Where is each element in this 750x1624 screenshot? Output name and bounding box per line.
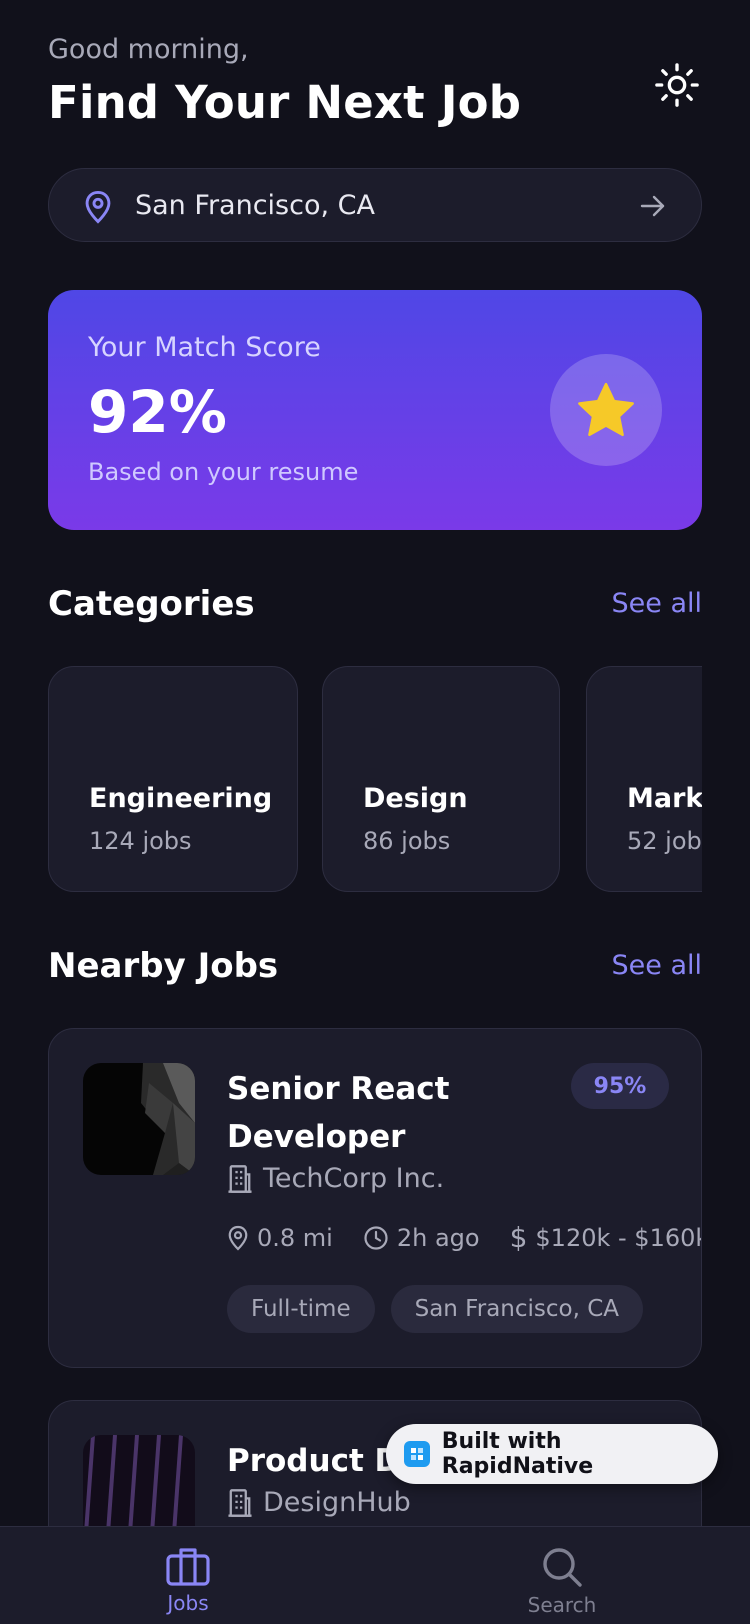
- match-score-label: Your Match Score: [88, 332, 321, 363]
- star-badge: [550, 354, 662, 466]
- built-with-text: Built with RapidNative: [441, 1429, 594, 1479]
- category-card-design[interactable]: Design 86 jobs: [322, 666, 560, 892]
- company-name: DesignHub: [263, 1487, 411, 1518]
- categories-title: Categories: [48, 584, 255, 624]
- distance-text: 0.8 mi: [257, 1223, 333, 1252]
- match-score-card[interactable]: Your Match Score 92% Based on your resum…: [48, 290, 702, 530]
- nav-label-jobs: Jobs: [167, 1591, 209, 1615]
- bottom-nav: Jobs Search: [0, 1526, 750, 1624]
- page-title: Find Your Next Job: [48, 76, 522, 129]
- category-name: Engineering: [89, 783, 273, 814]
- nearby-see-all-link[interactable]: See all: [612, 950, 703, 981]
- job-card[interactable]: Senior React Developer 95% TechCorp Inc.: [48, 1028, 702, 1368]
- search-icon: [543, 1548, 582, 1587]
- greeting-text: Good morning,: [48, 34, 249, 65]
- categories-see-all-link[interactable]: See all: [612, 588, 703, 619]
- nearby-jobs-title: Nearby Jobs: [48, 946, 279, 986]
- building-icon: [228, 1488, 252, 1517]
- category-name: Design: [363, 783, 468, 814]
- dollar-icon: $: [509, 1221, 528, 1254]
- nav-label-search: Search: [527, 1593, 597, 1617]
- job-meta-row: 0.8 mi 2h ago $ $120k - $160k: [227, 1221, 702, 1254]
- star-icon: [578, 382, 634, 437]
- company-row: DesignHub: [227, 1487, 411, 1518]
- category-card-marketing[interactable]: Marketing 52 jobs: [586, 666, 702, 892]
- location-input[interactable]: San Francisco, CA: [48, 168, 702, 242]
- map-pin-icon: [85, 190, 111, 224]
- job-tags: Full-time San Francisco, CA: [227, 1285, 644, 1333]
- nav-item-jobs[interactable]: Jobs: [128, 1545, 248, 1615]
- company-name: TechCorp Inc.: [263, 1163, 445, 1194]
- arrow-right-icon[interactable]: [639, 193, 667, 219]
- distance-meta: 0.8 mi: [227, 1224, 333, 1252]
- categories-carousel[interactable]: Engineering 124 jobs Design 86 jobs Mark…: [48, 666, 702, 892]
- nav-item-search[interactable]: Search: [502, 1545, 622, 1617]
- match-score-value: 92%: [88, 378, 227, 446]
- briefcase-icon: [166, 1548, 210, 1586]
- category-card-engineering[interactable]: Engineering 124 jobs: [48, 666, 298, 892]
- category-count: 86 jobs: [363, 827, 451, 855]
- clock-icon: [364, 1225, 388, 1250]
- company-row: TechCorp Inc.: [227, 1163, 444, 1194]
- rapidnative-logo-icon: [404, 1441, 430, 1467]
- building-icon: [228, 1164, 252, 1193]
- company-logo: [83, 1063, 195, 1175]
- built-with-badge[interactable]: Built with RapidNative: [386, 1424, 718, 1484]
- theme-toggle-button[interactable]: [652, 60, 702, 110]
- category-count: 124 jobs: [89, 827, 192, 855]
- match-badge: 95%: [571, 1063, 669, 1109]
- salary-meta: $ $120k - $160k: [509, 1221, 702, 1254]
- category-count: 52 jobs: [627, 827, 702, 855]
- map-pin-icon: [228, 1225, 248, 1251]
- match-score-subtitle: Based on your resume: [88, 458, 359, 486]
- category-name: Marketing: [627, 783, 702, 814]
- screen: Good morning, Find Your Next Job San Fra…: [0, 0, 750, 1624]
- job-title[interactable]: Senior React Developer: [227, 1065, 527, 1161]
- job-tag: San Francisco, CA: [390, 1285, 644, 1333]
- sun-icon: [655, 63, 699, 107]
- posted-text: 2h ago: [396, 1223, 480, 1252]
- job-tag: Full-time: [227, 1285, 375, 1333]
- posted-meta: 2h ago: [363, 1224, 480, 1252]
- salary-text: $120k - $160k: [535, 1223, 702, 1252]
- location-value: San Francisco, CA: [135, 190, 375, 221]
